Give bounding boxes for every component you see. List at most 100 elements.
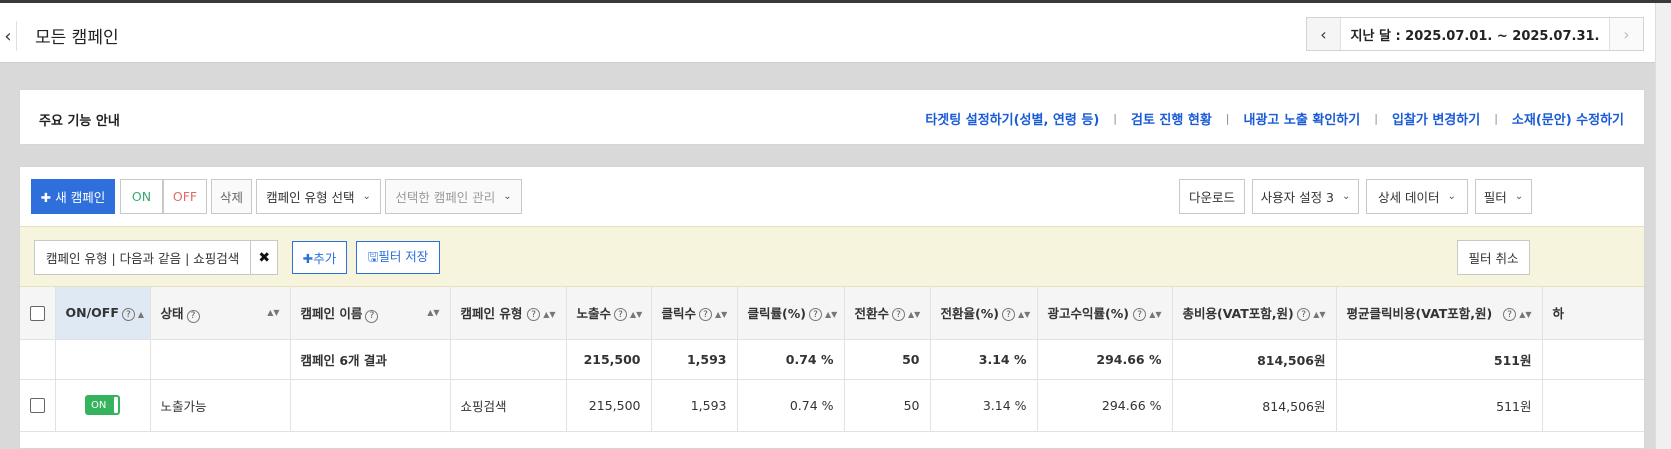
toggle-knob [114,397,118,413]
row-ctr: 0.74 % [737,379,845,432]
col-cvr-label: 전환율(%) [940,306,999,322]
row-select-cell [20,379,56,432]
col-conversions[interactable]: 전환수? ▲▼ [844,287,931,340]
row-campaign-name[interactable] [290,379,451,432]
link-edit-creative[interactable]: 소재(문안) 수정하기 [1512,109,1624,128]
add-filter-button[interactable]: ✚추가 [292,241,347,274]
on-off-toggle[interactable]: ON [85,395,120,415]
col-clicks[interactable]: 클릭수? ▲▼ [651,287,738,340]
summary-roas: 294.66 % [1037,339,1173,380]
campaign-panel: ✚ 새 캠페인 ON OFF 삭제 캠페인 유형 선택 ⌄ 선택한 캠페인 관리… [19,166,1645,449]
help-icon[interactable]: ? [699,308,713,321]
filter-chip-label: 캠페인 유형 | 다음과 같음 | 쇼핑검색 [46,251,240,266]
on-button[interactable]: ON [120,179,163,214]
summary-row: 캠페인 6개 결과 215,500 1,593 0.74 % 50 3.14 %… [20,339,1644,380]
sort-icon: ▲▼ [543,309,556,319]
col-total-cost[interactable]: 총비용(VAT포함,원)? ▲▼ [1172,287,1337,340]
select-all-checkbox[interactable] [30,305,45,321]
col-campaign-type-label: 캠페인 유형 [460,306,523,322]
summary-cell [20,339,56,380]
col-roas-label: 광고수익률(%) [1047,306,1129,322]
col-onoff[interactable]: ON/OFF? ▲ [55,287,151,340]
summary-cell [450,339,567,380]
campaign-type-select[interactable]: 캠페인 유형 선택 ⌄ [256,179,381,214]
filter-select[interactable]: 필터 ⌄ [1475,179,1532,214]
vertical-scrollbar[interactable] [1655,3,1671,449]
cancel-filter-button[interactable]: 필터 취소 [1457,240,1530,275]
help-icon[interactable]: ? [365,309,379,323]
summary-impressions: 215,500 [566,339,652,380]
campaign-table: ON/OFF? ▲ 상태? ▲▼ 캠페인 이름? ▲▼ 캠페인 유형? ▲▼ 노출수? ▲… [20,287,1644,432]
close-icon[interactable]: ✖ [250,241,277,274]
campaign-table-wrapper: ON/OFF? ▲ 상태? ▲▼ 캠페인 이름? ▲▼ 캠페인 유형? ▲▼ 노출수? ▲… [20,287,1644,449]
help-icon[interactable]: ? [186,309,200,323]
chevron-down-icon: ⌄ [1447,191,1456,202]
sort-icon: ▲▼ [1149,309,1162,319]
link-targeting-setup[interactable]: 타겟팅 설정하기(성별, 연령 등) [925,109,1099,128]
page-header: ‹ 모든 캠페인 ‹ 지난 달 : 2025.07.01. ~ 2025.07.… [0,3,1655,63]
help-icon[interactable]: ? [527,308,541,321]
chevron-left-icon: ‹ [1320,24,1327,44]
col-campaign-name[interactable]: 캠페인 이름? ▲▼ [290,287,451,340]
table-row: ON 노출가능 쇼핑검색 215,500 1,593 0.74 % 50 3.1… [20,379,1644,432]
row-toggle-cell: ON [55,379,151,432]
download-button[interactable]: 다운로드 [1179,179,1245,214]
col-avg-cpc[interactable]: 평균클릭비용(VAT포함,원)? ▲▼ [1336,287,1543,340]
summary-label: 캠페인 6개 결과 [290,339,451,380]
help-icon[interactable]: ? [1001,308,1015,321]
off-button[interactable]: OFF [163,179,207,214]
help-icon[interactable]: ? [614,308,628,321]
col-ctr[interactable]: 클릭률(%)? ▲▼ [737,287,845,340]
feature-guide-links: 타겟팅 설정하기(성별, 연령 등) | 검토 진행 현황 | 내광고 노출 확… [925,109,1624,128]
summary-cost: 814,506원 [1172,339,1337,380]
chevron-right-icon: › [1623,24,1630,44]
prev-period-button[interactable]: ‹ [1307,18,1340,50]
separator: | [1494,112,1498,125]
col-impressions[interactable]: 노출수? ▲▼ [566,287,652,340]
col-status[interactable]: 상태? ▲▼ [150,287,291,340]
row-cost: 814,506원 [1172,379,1337,432]
col-avg-cpc-label: 평균클릭비용(VAT포함,원) [1346,306,1493,322]
filter-label: 필터 [1483,190,1507,205]
col-status-label: 상태 [160,306,184,321]
col-onoff-label: ON/OFF [65,304,119,320]
filter-chip[interactable]: 캠페인 유형 | 다음과 같음 | 쇼핑검색 ✖ [34,240,279,275]
user-setting-select[interactable]: 사용자 설정 3 ⌄ [1252,179,1359,214]
summary-cpc: 511원 [1336,339,1543,380]
col-partial-label: 하 [1552,306,1565,322]
manage-selected-select[interactable]: 선택한 캠페인 관리 ⌄ [385,179,522,214]
link-ad-exposure-check[interactable]: 내광고 노출 확인하기 [1244,109,1361,128]
summary-ctr: 0.74 % [737,339,845,380]
new-campaign-button[interactable]: ✚ 새 캠페인 [31,179,115,214]
help-icon[interactable]: ? [892,308,906,321]
campaign-type-select-label: 캠페인 유형 선택 [266,190,355,205]
col-campaign-name-label: 캠페인 이름 [300,306,363,321]
save-filter-button[interactable]: 🖫필터 저장 [356,241,440,274]
col-roas[interactable]: 광고수익률(%)? ▲▼ [1037,287,1173,340]
row-roas: 294.66 % [1037,379,1173,432]
summary-clicks: 1,593 [651,339,738,380]
row-impressions: 215,500 [566,379,652,432]
sort-asc-icon: ▲ [137,309,145,319]
feature-guide-title: 주요 기능 안내 [39,114,120,129]
help-icon[interactable]: ? [808,308,822,321]
link-review-status[interactable]: 검토 진행 현황 [1131,109,1212,128]
col-clicks-label: 클릭수 [661,306,697,322]
help-icon[interactable]: ? [1297,308,1311,321]
col-campaign-type[interactable]: 캠페인 유형? ▲▼ [450,287,567,340]
sort-icon: ▲▼ [427,307,440,317]
col-partial[interactable]: 하 [1542,287,1644,340]
date-range-label[interactable]: 지난 달 : 2025.07.01. ~ 2025.07.31. [1340,18,1610,50]
delete-button[interactable]: 삭제 [211,179,252,214]
next-period-button[interactable]: › [1610,18,1643,50]
back-button[interactable]: ‹ [0,21,17,51]
help-icon[interactable]: ? [1133,308,1147,321]
sort-icon: ▲▼ [630,309,643,319]
row-checkbox[interactable] [30,398,45,413]
link-change-bid[interactable]: 입찰가 변경하기 [1392,109,1480,128]
help-icon[interactable]: ? [121,308,135,321]
detail-data-select[interactable]: 상세 데이터 ⌄ [1366,179,1468,214]
col-cvr[interactable]: 전환율(%)? ▲▼ [930,287,1038,340]
help-icon[interactable]: ? [1503,308,1517,321]
separator: | [1374,112,1378,125]
